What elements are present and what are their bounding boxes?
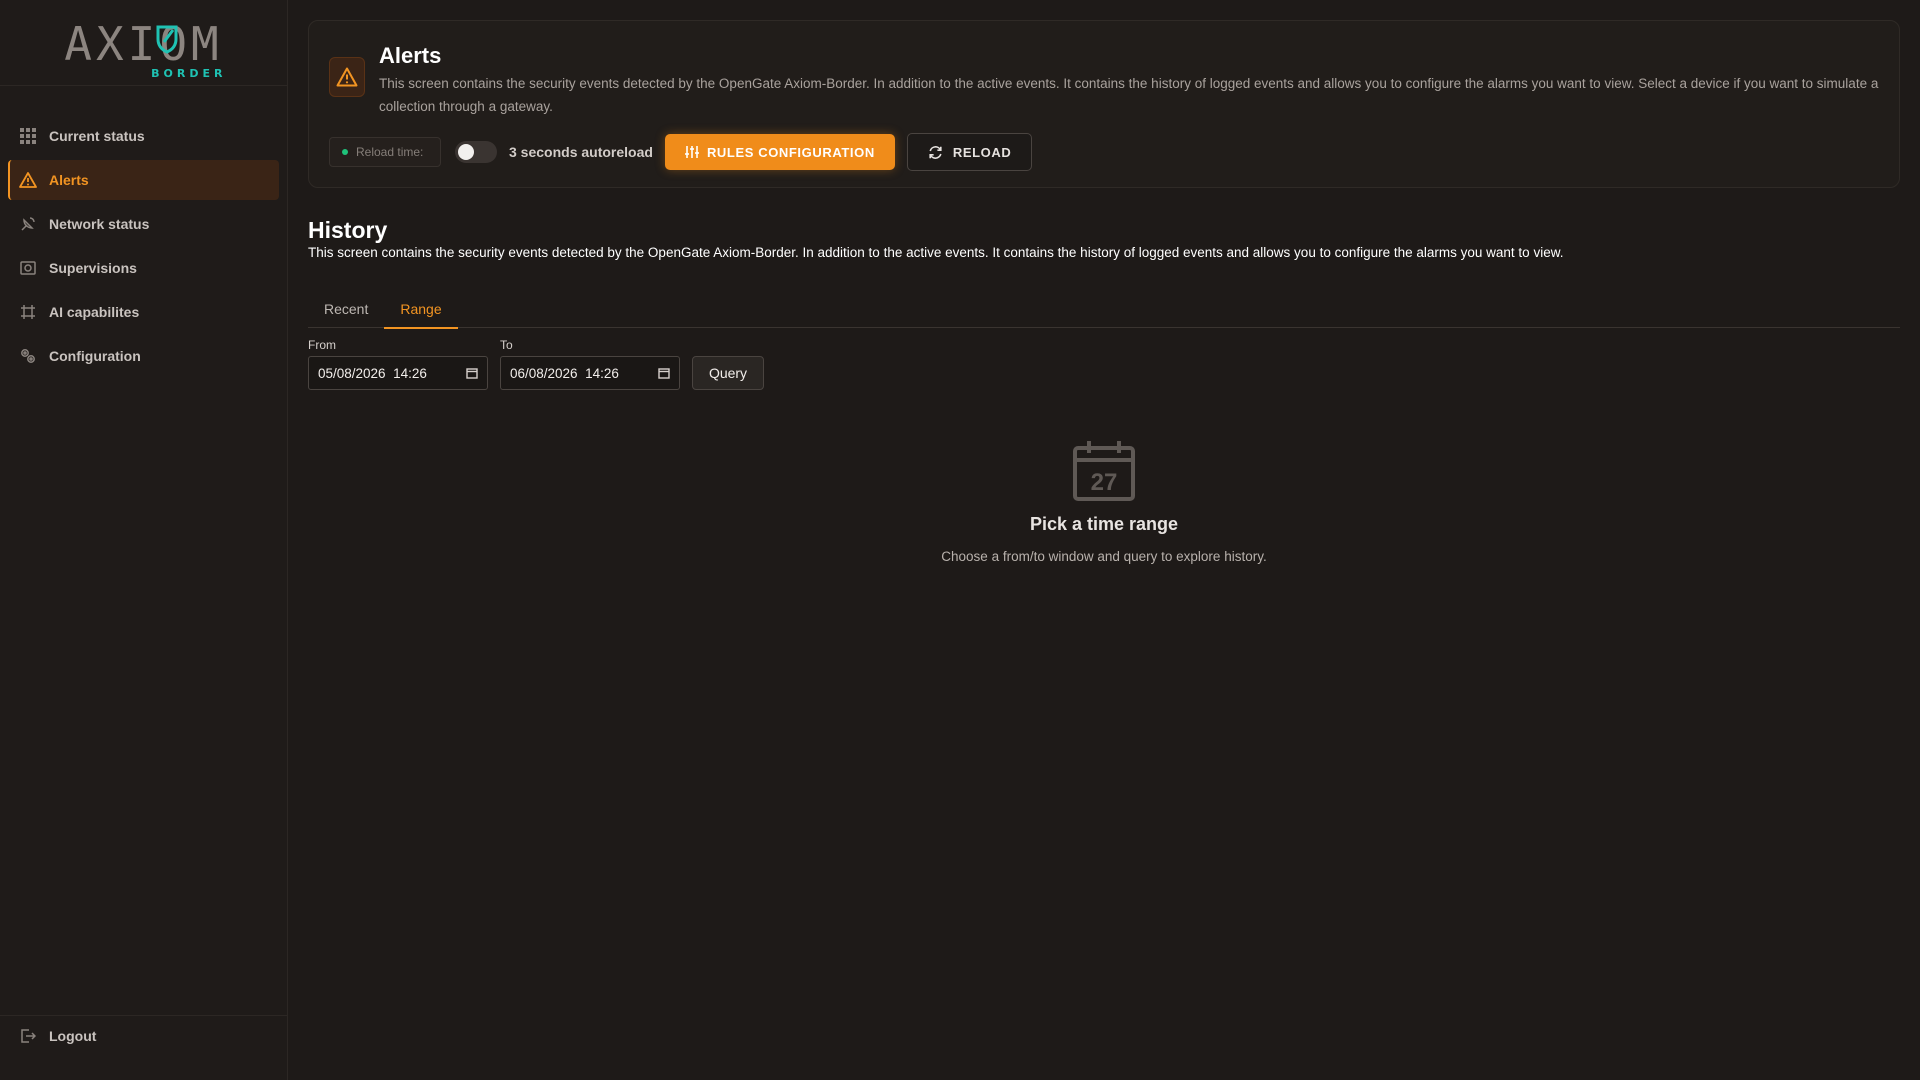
warning-triangle-icon (336, 67, 358, 87)
ai-chip-icon (19, 303, 37, 321)
refresh-icon (929, 145, 942, 159)
warning-triangle-icon (19, 171, 37, 189)
calendar-picker-icon[interactable] (658, 367, 670, 379)
calendar-picker-icon[interactable] (466, 367, 478, 379)
sidebar-item-supervisions[interactable]: Supervisions (8, 248, 279, 288)
brand-wordmark: AXIOM (64, 16, 223, 71)
from-date-value: 05/08/2026 14:26 (318, 365, 427, 381)
autoreload-toggle[interactable] (455, 141, 497, 163)
brand-subtitle: BORDER (151, 66, 227, 80)
tab-recent[interactable]: Recent (308, 290, 384, 328)
rules-configuration-label: RULES CONFIGURATION (706, 144, 875, 160)
from-label: From (308, 338, 336, 352)
query-button[interactable]: Query (692, 356, 764, 390)
sidebar-item-label: Current status (49, 128, 145, 144)
camera-box-icon (19, 259, 37, 277)
sliders-icon (684, 146, 699, 158)
to-label: To (500, 338, 513, 352)
logout-label: Logout (49, 1028, 97, 1044)
history-description: This screen contains the security events… (308, 245, 1564, 260)
history-title: History (308, 217, 388, 243)
sidebar-item-label: Network status (49, 216, 150, 232)
main-content: Alerts This screen contains the security… (308, 20, 1900, 564)
main-nav: Current status Alerts Network status Sup… (0, 86, 287, 376)
page-title: Alerts (379, 43, 442, 68)
alerts-controls: Reload time: 3 seconds autoreload RULES … (329, 133, 1033, 171)
sidebar-item-label: Supervisions (49, 260, 137, 276)
sidebar-item-label: Configuration (49, 348, 141, 364)
sidebar-item-label: Alerts (49, 172, 89, 188)
alerts-header-icon (329, 57, 365, 97)
grid-icon (19, 127, 37, 145)
reload-time-indicator: Reload time: (329, 137, 441, 167)
empty-state-subtitle: Choose a from/to window and query to exp… (941, 549, 1267, 564)
gears-icon (19, 347, 37, 365)
logo-area: AXIOM BORDER (0, 0, 287, 86)
logout-icon (19, 1027, 37, 1045)
status-dot-icon (342, 149, 348, 155)
tab-range[interactable]: Range (384, 290, 458, 329)
rules-configuration-button[interactable]: RULES CONFIGURATION (664, 134, 895, 170)
empty-state-title: Pick a time range (1029, 514, 1179, 534)
sidebar: AXIOM BORDER Current status Alerts Netwo… (0, 0, 288, 1080)
sidebar-item-alerts[interactable]: Alerts (8, 160, 279, 200)
reload-button[interactable]: RELOAD (906, 133, 1033, 171)
sidebar-item-current-status[interactable]: Current status (8, 116, 279, 156)
sidebar-item-configuration[interactable]: Configuration (8, 336, 279, 376)
toggle-knob (458, 144, 474, 160)
sidebar-item-ai-capabilities[interactable]: AI capabilites (8, 292, 279, 332)
satellite-dish-icon (19, 215, 37, 233)
reload-label: RELOAD (952, 144, 1012, 160)
calendar-icon: 27 (308, 440, 1900, 502)
empty-state: 27 Pick a time range Choose a from/to wi… (308, 440, 1900, 564)
to-date-input[interactable]: 06/08/2026 14:26 (500, 356, 680, 390)
calendar-day: 27 (1091, 469, 1118, 496)
sidebar-item-network-status[interactable]: Network status (8, 204, 279, 244)
sidebar-item-label: AI capabilites (49, 304, 140, 320)
to-date-value: 06/08/2026 14:26 (510, 365, 619, 381)
autoreload-label: 3 seconds autoreload (509, 144, 653, 160)
reload-time-label: Reload time: (356, 145, 424, 159)
history-tabs: Recent Range (308, 290, 1900, 329)
page-description: This screen contains the security events… (379, 76, 1879, 114)
logout-button[interactable]: Logout (8, 1016, 279, 1056)
brand-logo[interactable]: AXIOM BORDER (59, 11, 229, 80)
alerts-card: Alerts This screen contains the security… (308, 20, 1900, 188)
from-date-input[interactable]: 05/08/2026 14:26 (308, 356, 488, 390)
shield-icon (156, 25, 177, 54)
